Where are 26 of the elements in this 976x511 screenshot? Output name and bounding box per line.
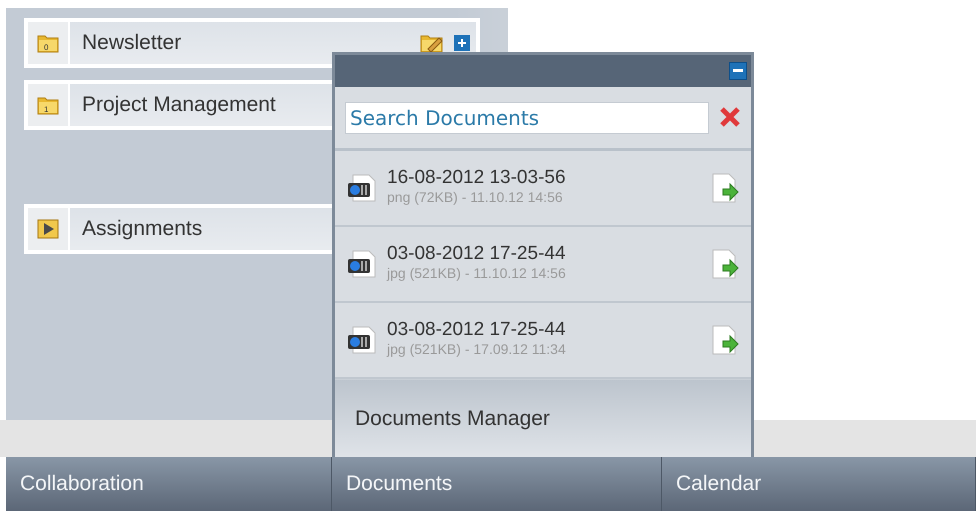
camera-file-icon xyxy=(347,250,377,278)
documents-manager-link[interactable]: Documents Manager xyxy=(335,379,751,457)
item-label: Project Management xyxy=(82,92,276,118)
open-file-button[interactable] xyxy=(711,173,739,203)
camera-file-icon xyxy=(347,326,377,354)
file-meta: jpg (521KB) - 11.10.12 14:56 xyxy=(387,264,566,284)
minus-icon xyxy=(733,69,743,73)
open-file-button[interactable] xyxy=(711,249,739,279)
add-button[interactable] xyxy=(454,35,470,51)
sidebar-item[interactable]: 0 Newsletter xyxy=(24,18,480,68)
nav-tab[interactable]: Collaboration xyxy=(6,457,332,511)
item-label: Newsletter xyxy=(82,30,182,56)
clear-button[interactable] xyxy=(719,106,741,130)
open-file-button[interactable] xyxy=(711,325,739,355)
search-field[interactable]: Search Documents xyxy=(345,102,709,134)
play-folder-icon xyxy=(37,218,59,240)
file-name: 16-08-2012 13-03-56 xyxy=(387,168,566,188)
file-name: 03-08-2012 17-25-44 xyxy=(387,320,566,340)
folder-count: 1 xyxy=(44,104,48,116)
camera-file-icon xyxy=(347,174,377,202)
plus-icon xyxy=(457,38,467,48)
file-meta: jpg (521KB) - 17.09.12 11:34 xyxy=(387,340,566,360)
folder-count: 0 xyxy=(44,42,48,54)
collapse-button[interactable] xyxy=(729,62,747,80)
folder-edit-icon[interactable] xyxy=(420,33,444,53)
item-label: Assignments xyxy=(82,216,202,242)
